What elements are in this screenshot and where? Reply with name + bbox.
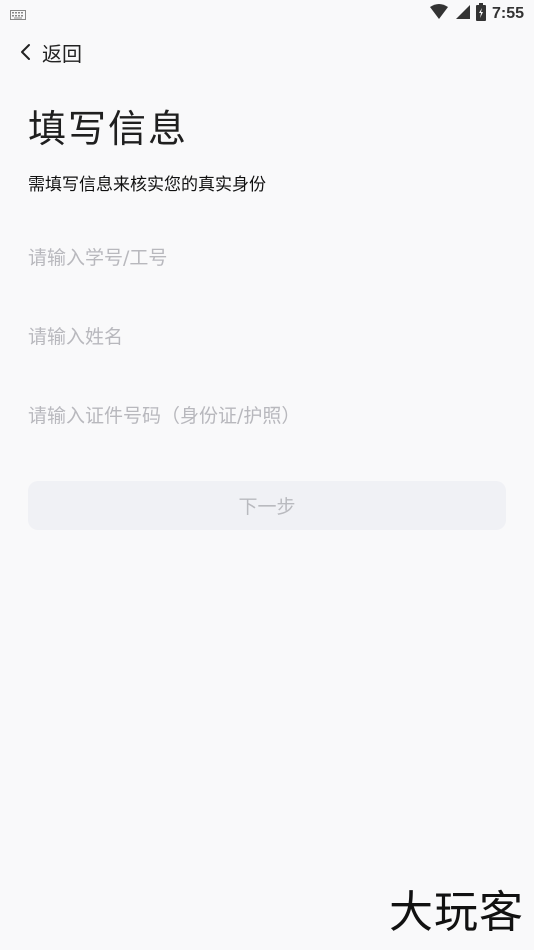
page-subtitle: 需填写信息来核实您的真实身份: [28, 175, 266, 195]
wifi-icon: [429, 4, 448, 24]
chevron-left-icon: [16, 42, 36, 62]
name-input[interactable]: [28, 315, 506, 359]
id-document-input[interactable]: [28, 394, 506, 438]
back-label: 返回: [42, 41, 82, 66]
status-bar: 7:55: [0, 0, 534, 28]
battery-charging-icon: [475, 3, 486, 25]
back-button[interactable]: 返回: [16, 34, 82, 70]
status-right: 7:55: [429, 3, 524, 25]
keyboard-icon: [10, 5, 26, 24]
signal-icon: [454, 4, 470, 24]
status-left: [10, 5, 26, 24]
watermark-logo: 大玩客: [389, 887, 524, 938]
next-step-button[interactable]: 下一步: [28, 481, 506, 530]
student-id-input[interactable]: [28, 236, 506, 280]
page-title: 填写信息: [28, 107, 189, 151]
app-screen: 7:55 返回 填写信息 需填写信息来核实您的真实身份 下一步 大玩客: [0, 0, 534, 950]
status-time: 7:55: [491, 5, 524, 22]
